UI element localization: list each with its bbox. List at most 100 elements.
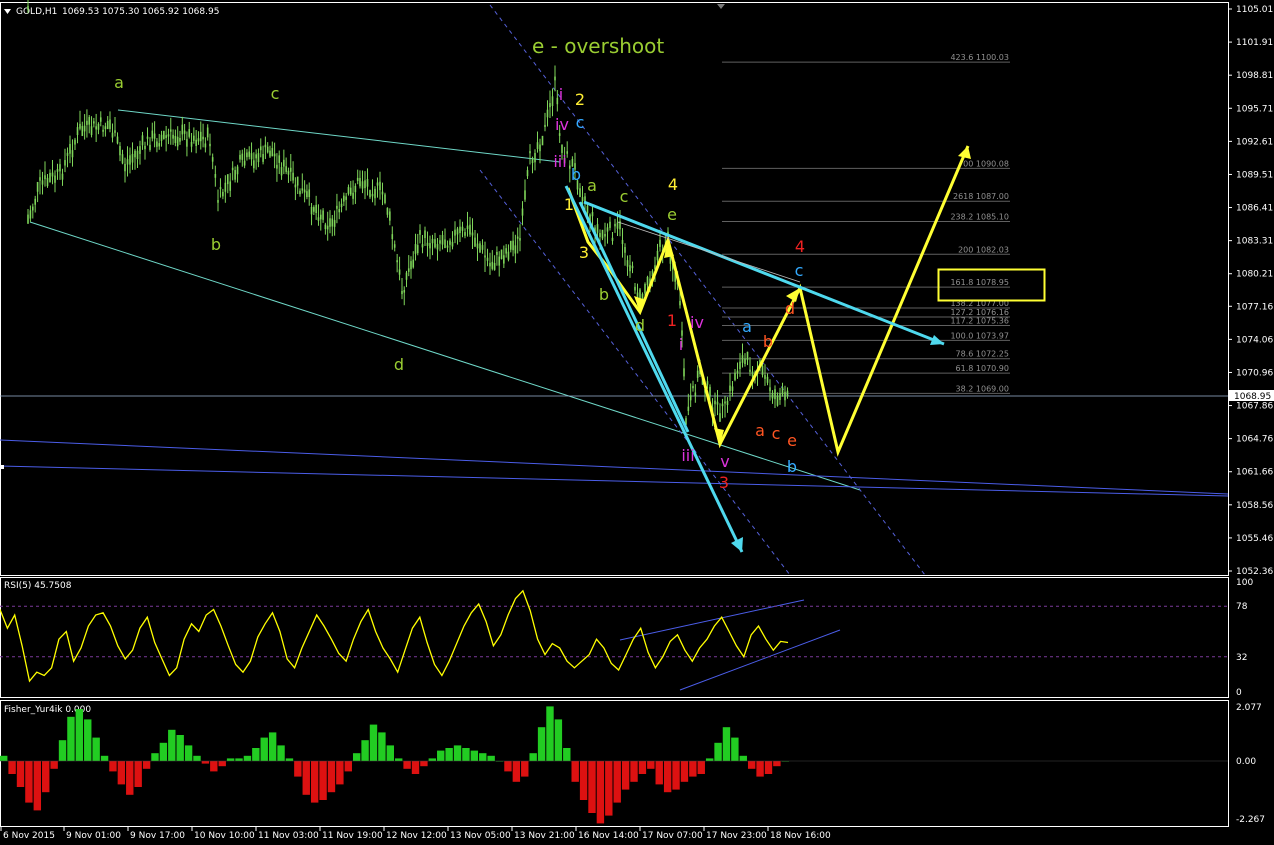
- candle-body: [219, 187, 222, 190]
- fisher-bar: [16, 761, 25, 787]
- wave-label: 4: [668, 175, 678, 194]
- fib-level-ratio: 117.2: [950, 316, 975, 325]
- candle-body: [49, 172, 51, 183]
- candle-body: [46, 177, 49, 187]
- candle-body: [231, 167, 234, 171]
- candle-body: [744, 358, 746, 365]
- fisher-bar: [705, 758, 714, 761]
- current-price-tag: 1068.95: [1229, 390, 1274, 402]
- candle-body: [749, 369, 751, 372]
- candle-body: [56, 169, 59, 172]
- price-tick-label: 1080.21: [1236, 270, 1273, 280]
- candle-body: [195, 139, 197, 147]
- fib-level-label: 78.6 1072.25: [956, 350, 1009, 359]
- time-tick-label: 12 Nov 12:00: [386, 831, 447, 841]
- fib-level-label: 423.6 1100.03: [950, 53, 1009, 62]
- candle-body: [61, 173, 64, 180]
- candle-body: [359, 178, 361, 187]
- fisher-bar: [630, 761, 638, 782]
- fisher-bar: [126, 761, 134, 795]
- wave-label: 1: [564, 195, 574, 214]
- candle-body: [431, 238, 434, 244]
- fisher-bar: [663, 761, 672, 793]
- time-tick-label: 16 Nov 14:00: [578, 831, 639, 841]
- candle-body: [119, 146, 121, 156]
- candle-body: [294, 184, 297, 188]
- candle-body: [379, 181, 381, 191]
- fisher-bar: [226, 758, 235, 761]
- fisher-bar: [689, 761, 697, 777]
- candle-body: [596, 224, 599, 233]
- fisher-bar: [344, 761, 352, 772]
- candle-body: [764, 375, 766, 379]
- fisher-bar: [67, 716, 75, 761]
- candle-body: [679, 300, 681, 306]
- time-tick-label: 17 Nov 07:00: [642, 831, 703, 841]
- price-tick-label: 1083.31: [1236, 237, 1273, 247]
- candle-body: [129, 155, 131, 165]
- candle-body: [93, 121, 95, 124]
- fisher-bar: [378, 732, 386, 761]
- fisher-bar: [168, 729, 176, 761]
- fisher-tick-label: 2.077: [1236, 703, 1262, 713]
- candle-body: [391, 234, 394, 239]
- candle-body: [236, 166, 239, 175]
- candle-body: [99, 117, 102, 122]
- candle-body: [456, 228, 459, 235]
- candle-body: [466, 225, 469, 230]
- candle-body: [514, 245, 517, 254]
- ohlc-values: 1069.53 1075.30 1065.92 1068.95: [62, 7, 219, 17]
- candle-body: [361, 181, 364, 189]
- wave-label: 3: [579, 243, 589, 262]
- wave-label: iii: [681, 446, 694, 465]
- candle-body: [74, 139, 76, 145]
- candle-body: [174, 135, 177, 143]
- fisher-bar: [310, 761, 319, 803]
- chart-header: GOLD,H1 1069.53 1075.30 1065.92 1068.95: [4, 7, 219, 17]
- fisher-bar: [613, 761, 621, 803]
- candle-body: [116, 136, 119, 144]
- candle-body: [243, 160, 246, 166]
- candle-body: [491, 261, 494, 269]
- price-tick-label: 1105.01: [1236, 5, 1273, 15]
- price-tick-label: 1064.76: [1236, 435, 1273, 445]
- candle-body: [644, 284, 646, 294]
- candle-body: [489, 262, 491, 267]
- trendline-anchor[interactable]: [0, 465, 4, 469]
- candle-body: [317, 217, 320, 221]
- candle-body: [289, 167, 292, 172]
- candle-body: [479, 243, 481, 253]
- candle-body: [689, 395, 692, 401]
- candle-body: [694, 392, 697, 397]
- candle-body: [529, 151, 531, 154]
- candle-body: [278, 155, 281, 163]
- candle-body: [54, 175, 56, 183]
- candle-body: [83, 125, 86, 132]
- candle-body: [786, 390, 789, 397]
- fisher-bar: [655, 761, 663, 785]
- candle-body: [410, 261, 412, 270]
- candle-body: [429, 243, 431, 249]
- fisher-bar: [428, 758, 437, 761]
- candle-body: [398, 269, 401, 275]
- fib-level-label: 100.0 1073.97: [950, 331, 1009, 340]
- candle-body: [167, 134, 170, 137]
- fisher-bar: [697, 761, 705, 774]
- fib-level-ratio: 423.6: [950, 53, 975, 62]
- candle-body: [308, 189, 311, 198]
- candle-body: [599, 233, 601, 237]
- candle-body: [729, 385, 731, 392]
- fisher-bar: [504, 761, 512, 772]
- candle-body: [496, 251, 498, 255]
- candle-body: [81, 126, 84, 136]
- candle-body: [526, 170, 529, 177]
- candle-body: [172, 134, 174, 139]
- candle-body: [71, 150, 74, 158]
- candle-body: [459, 226, 461, 234]
- price-tick-label: 1095.71: [1236, 104, 1273, 114]
- time-tick-label: 17 Nov 23:00: [706, 831, 767, 841]
- candle-body: [709, 386, 711, 397]
- candle-body: [631, 265, 634, 269]
- candle-body: [536, 142, 539, 149]
- candle-body: [766, 376, 769, 383]
